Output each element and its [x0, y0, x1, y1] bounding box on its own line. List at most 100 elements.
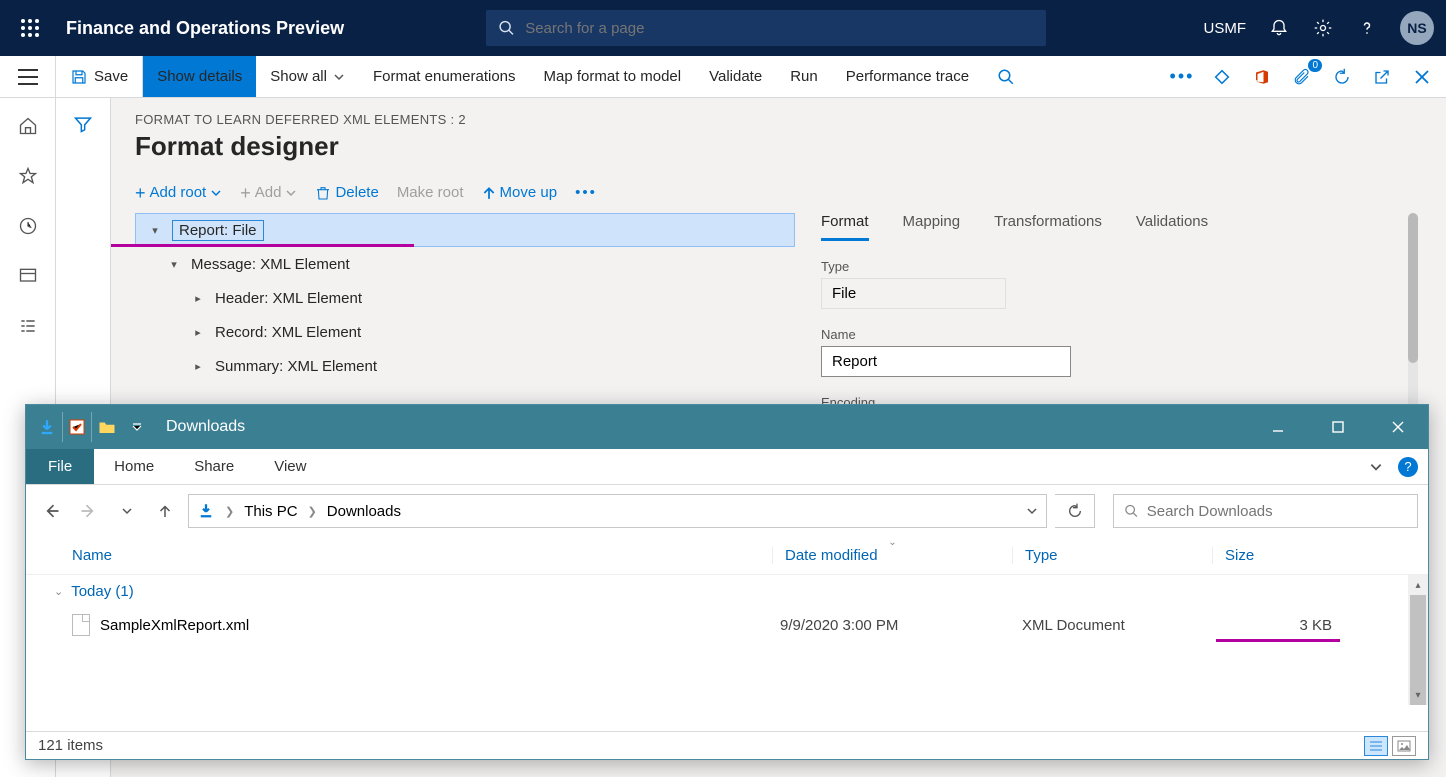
tree-node[interactable]: ▸ Header: XML Element	[135, 281, 795, 315]
format-enumerations-button[interactable]: Format enumerations	[359, 56, 530, 97]
performance-trace-button[interactable]: Performance trace	[832, 56, 983, 97]
close-button[interactable]	[1368, 405, 1428, 449]
bell-icon[interactable]	[1268, 17, 1290, 39]
tab-mapping[interactable]: Mapping	[903, 213, 961, 241]
save-button[interactable]: Save	[56, 56, 143, 97]
show-details-button[interactable]: Show details	[143, 56, 256, 97]
expand-icon[interactable]: ▸	[191, 360, 205, 373]
toolbar-more-icon[interactable]: •••	[575, 184, 597, 201]
breadcrumb-sep-icon[interactable]: ❯	[304, 505, 321, 518]
nav-back-icon[interactable]	[36, 496, 66, 526]
breadcrumb-segment[interactable]: This PC	[244, 503, 297, 520]
workspace-icon[interactable]	[16, 264, 40, 288]
explorer-search[interactable]	[1113, 494, 1418, 528]
qat-dropdown-icon[interactable]	[122, 412, 152, 442]
explorer-search-input[interactable]	[1147, 503, 1407, 520]
expand-icon[interactable]: ▸	[191, 326, 205, 339]
tree-node-label: Report: File	[172, 220, 264, 241]
gear-icon[interactable]	[1312, 17, 1334, 39]
ribbon-tab-file[interactable]: File	[26, 449, 94, 484]
chevron-down-icon[interactable]: ⌄	[54, 585, 63, 598]
global-search[interactable]	[486, 10, 1046, 46]
tab-validations[interactable]: Validations	[1136, 213, 1208, 241]
show-all-button[interactable]: Show all	[256, 56, 359, 97]
nav-refresh-icon[interactable]	[1055, 494, 1095, 528]
attachments-icon[interactable]: 0	[1290, 65, 1314, 89]
explorer-titlebar[interactable]: Downloads	[26, 405, 1428, 449]
run-button[interactable]: Run	[776, 56, 832, 97]
nav-history-icon[interactable]	[112, 496, 142, 526]
thumbnails-view-icon[interactable]	[1392, 736, 1416, 756]
maximize-button[interactable]	[1308, 405, 1368, 449]
recent-icon[interactable]	[16, 214, 40, 238]
minimize-button[interactable]	[1248, 405, 1308, 449]
breadcrumb-sep-icon[interactable]: ❯	[221, 505, 238, 518]
diamond-icon[interactable]	[1210, 65, 1234, 89]
add-button[interactable]: + Add	[240, 184, 297, 201]
nav-up-icon[interactable]	[150, 496, 180, 526]
highlight-marker	[1216, 639, 1340, 642]
home-icon[interactable]	[16, 114, 40, 138]
delete-button[interactable]: Delete	[315, 184, 378, 201]
folder-icon[interactable]	[92, 412, 122, 442]
close-icon[interactable]	[1410, 65, 1434, 89]
app-launcher-icon[interactable]	[12, 10, 48, 46]
collapse-icon[interactable]: ▾	[167, 258, 181, 271]
group-header[interactable]: ⌄ Today (1)	[26, 575, 1428, 608]
breadcrumb-segment[interactable]: Downloads	[327, 503, 401, 520]
explorer-help-icon[interactable]: ?	[1398, 457, 1418, 477]
scroll-down-icon[interactable]: ▾	[1408, 685, 1428, 705]
refresh-icon[interactable]	[1330, 65, 1354, 89]
popout-icon[interactable]	[1370, 65, 1394, 89]
collapse-icon[interactable]: ▾	[148, 224, 162, 237]
address-bar[interactable]: ❯ This PC ❯ Downloads	[188, 494, 1047, 528]
tree-node-root[interactable]: ▾ Report: File	[135, 213, 795, 247]
office-icon[interactable]	[1250, 65, 1274, 89]
action-search-button[interactable]	[983, 56, 1029, 97]
tab-format[interactable]: Format	[821, 213, 869, 241]
file-row[interactable]: SampleXmlReport.xml 9/9/2020 3:00 PM XML…	[26, 608, 1428, 642]
tree-node[interactable]: ▸ Summary: XML Element	[135, 349, 795, 383]
add-root-button[interactable]: + Add root	[135, 184, 222, 201]
properties-pane: Format Mapping Transformations Validatio…	[821, 213, 1446, 414]
validate-button[interactable]: Validate	[695, 56, 776, 97]
tree-node-label: Message: XML Element	[191, 256, 350, 273]
company-indicator[interactable]: USMF	[1204, 20, 1247, 37]
tree-node[interactable]: ▾ Message: XML Element	[135, 247, 795, 281]
global-search-input[interactable]	[525, 20, 1034, 37]
help-icon[interactable]	[1356, 17, 1378, 39]
ribbon-tab-view[interactable]: View	[254, 449, 326, 484]
modules-icon[interactable]	[16, 314, 40, 338]
tree-node[interactable]: ▸ Record: XML Element	[135, 315, 795, 349]
explorer-scrollbar[interactable]: ▴ ▾	[1408, 575, 1428, 705]
expand-icon[interactable]: ▸	[191, 292, 205, 305]
nav-hamburger-icon[interactable]	[0, 56, 56, 97]
properties-icon[interactable]	[62, 412, 92, 442]
column-header-date[interactable]: ⌄ Date modified	[772, 547, 1012, 564]
column-header-name[interactable]: Name	[72, 547, 772, 564]
nav-forward-icon[interactable]	[74, 496, 104, 526]
make-root-button[interactable]: Make root	[397, 184, 464, 201]
properties-tabs: Format Mapping Transformations Validatio…	[821, 213, 1401, 241]
quick-access-toolbar	[32, 412, 152, 442]
name-input[interactable]	[821, 346, 1071, 377]
ribbon-tab-share[interactable]: Share	[174, 449, 254, 484]
file-explorer-window: Downloads File Home Share View ? ❯ This …	[25, 404, 1429, 760]
file-date: 9/9/2020 3:00 PM	[780, 617, 1022, 634]
overflow-icon[interactable]: •••	[1170, 65, 1194, 89]
move-up-button[interactable]: Move up	[482, 184, 558, 201]
tab-transformations[interactable]: Transformations	[994, 213, 1102, 241]
ribbon-tab-home[interactable]: Home	[94, 449, 174, 484]
search-icon	[1124, 503, 1139, 519]
star-icon[interactable]	[16, 164, 40, 188]
column-header-type[interactable]: Type	[1012, 547, 1212, 564]
ribbon-collapse-icon[interactable]	[1358, 449, 1394, 484]
properties-scrollbar[interactable]	[1408, 213, 1418, 414]
address-dropdown-icon[interactable]	[1026, 505, 1038, 517]
user-avatar[interactable]: NS	[1400, 11, 1434, 45]
map-format-button[interactable]: Map format to model	[530, 56, 696, 97]
download-arrow-icon[interactable]	[32, 412, 62, 442]
scroll-up-icon[interactable]: ▴	[1408, 575, 1428, 595]
details-view-icon[interactable]	[1364, 736, 1388, 756]
column-header-size[interactable]: Size	[1212, 547, 1342, 564]
